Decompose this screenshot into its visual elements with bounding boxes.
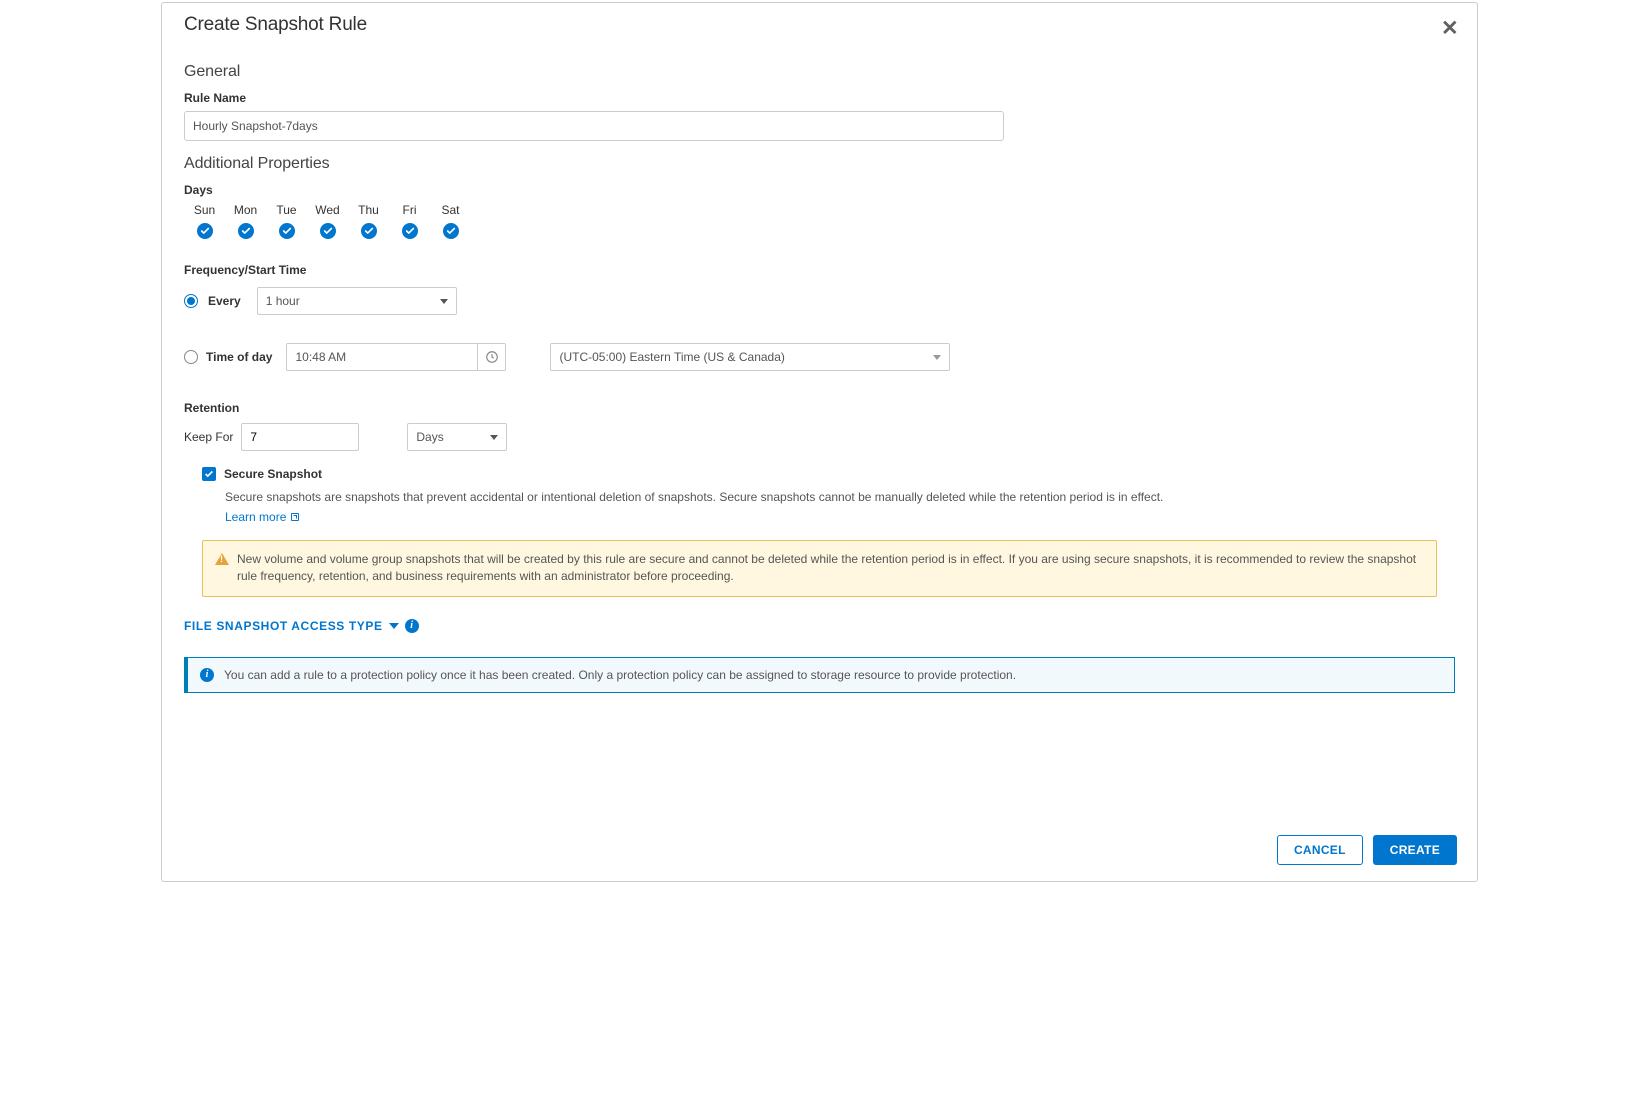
section-additional: Additional Properties (184, 155, 1455, 173)
day-label: Sun (184, 203, 225, 217)
time-input[interactable]: 10:48 AM (286, 343, 506, 371)
keepfor-row: Keep For Days (184, 423, 1455, 451)
day-sat: Sat (430, 203, 471, 241)
keepfor-unit: Days (416, 430, 443, 444)
day-sun: Sun (184, 203, 225, 241)
create-label: CREATE (1390, 843, 1440, 857)
modal: Create Snapshot Rule ✕ General Rule Name… (161, 2, 1478, 882)
radio-every[interactable] (184, 294, 198, 308)
day-label: Tue (266, 203, 307, 217)
day-check-thu[interactable] (361, 223, 377, 239)
rule-name-label: Rule Name (184, 91, 1455, 105)
info-icon[interactable]: i (405, 619, 419, 633)
radio-timeofday-label: Time of day (206, 350, 272, 364)
warning-text: New volume and volume group snapshots th… (237, 551, 1424, 586)
freq-every-row: Every 1 hour (184, 287, 1455, 315)
day-check-fri[interactable] (402, 223, 418, 239)
days-label: Days (184, 183, 1455, 197)
day-label: Wed (307, 203, 348, 217)
day-check-wed[interactable] (320, 223, 336, 239)
time-value: 10:48 AM (295, 350, 346, 364)
rule-name-input[interactable] (184, 111, 1004, 141)
section-general: General (184, 63, 1455, 81)
day-label: Fri (389, 203, 430, 217)
radio-every-label: Every (208, 294, 241, 308)
day-check-sun[interactable] (197, 223, 213, 239)
clock-icon[interactable] (477, 344, 505, 370)
day-thu: Thu (348, 203, 389, 241)
freq-timeofday-row: Time of day 10:48 AM (UTC-05:00) Eastern… (184, 343, 1455, 371)
learn-more-link[interactable]: Learn more (225, 510, 301, 524)
secure-block: Secure Snapshot Secure snapshots are sna… (202, 467, 1455, 526)
every-select[interactable]: 1 hour (257, 287, 457, 315)
access-type-toggle[interactable]: FILE SNAPSHOT ACCESS TYPE i (184, 619, 1455, 633)
chevron-down-icon (933, 355, 941, 360)
day-tue: Tue (266, 203, 307, 241)
day-label: Thu (348, 203, 389, 217)
scroll-area[interactable]: General Rule Name Additional Properties … (162, 39, 1477, 825)
day-mon: Mon (225, 203, 266, 241)
day-check-mon[interactable] (238, 223, 254, 239)
learn-more-text: Learn more (225, 510, 286, 524)
chevron-down-icon (440, 299, 448, 304)
warning-icon (215, 553, 229, 565)
access-type-label: FILE SNAPSHOT ACCESS TYPE (184, 619, 383, 633)
radio-timeofday[interactable] (184, 350, 198, 364)
close-icon[interactable]: ✕ (1441, 14, 1455, 39)
chevron-down-icon (490, 435, 498, 440)
days-row: Sun Mon Tue Wed Thu Fri (184, 203, 1455, 241)
chevron-down-icon (389, 623, 399, 629)
modal-footer: CANCEL CREATE (162, 825, 1477, 881)
keepfor-unit-select[interactable]: Days (407, 423, 507, 451)
info-icon: i (200, 668, 214, 682)
secure-desc: Secure snapshots are snapshots that prev… (225, 489, 1455, 506)
warning-alert: New volume and volume group snapshots th… (202, 540, 1437, 597)
every-value: 1 hour (266, 294, 300, 308)
external-link-icon (289, 511, 301, 523)
day-check-sat[interactable] (443, 223, 459, 239)
page-title: Create Snapshot Rule (184, 14, 367, 36)
timezone-value: (UTC-05:00) Eastern Time (US & Canada) (559, 350, 784, 364)
retention-block: Retention Keep For Days Secure Snapshot … (184, 401, 1455, 597)
modal-header: Create Snapshot Rule ✕ (162, 3, 1477, 39)
day-label: Sat (430, 203, 471, 217)
day-fri: Fri (389, 203, 430, 241)
day-check-tue[interactable] (279, 223, 295, 239)
cancel-button[interactable]: CANCEL (1277, 835, 1363, 865)
timezone-select[interactable]: (UTC-05:00) Eastern Time (US & Canada) (550, 343, 950, 371)
day-label: Mon (225, 203, 266, 217)
secure-checkbox[interactable] (202, 467, 216, 481)
retention-label: Retention (184, 401, 1455, 415)
info-banner: i You can add a rule to a protection pol… (184, 657, 1455, 693)
secure-row: Secure Snapshot (202, 467, 1455, 481)
create-button[interactable]: CREATE (1373, 835, 1457, 865)
frequency-label: Frequency/Start Time (184, 263, 1455, 277)
keepfor-label: Keep For (184, 430, 233, 444)
keepfor-input[interactable] (241, 423, 359, 451)
cancel-label: CANCEL (1294, 843, 1346, 857)
info-text: You can add a rule to a protection polic… (224, 668, 1016, 682)
secure-title: Secure Snapshot (224, 467, 322, 481)
day-wed: Wed (307, 203, 348, 241)
